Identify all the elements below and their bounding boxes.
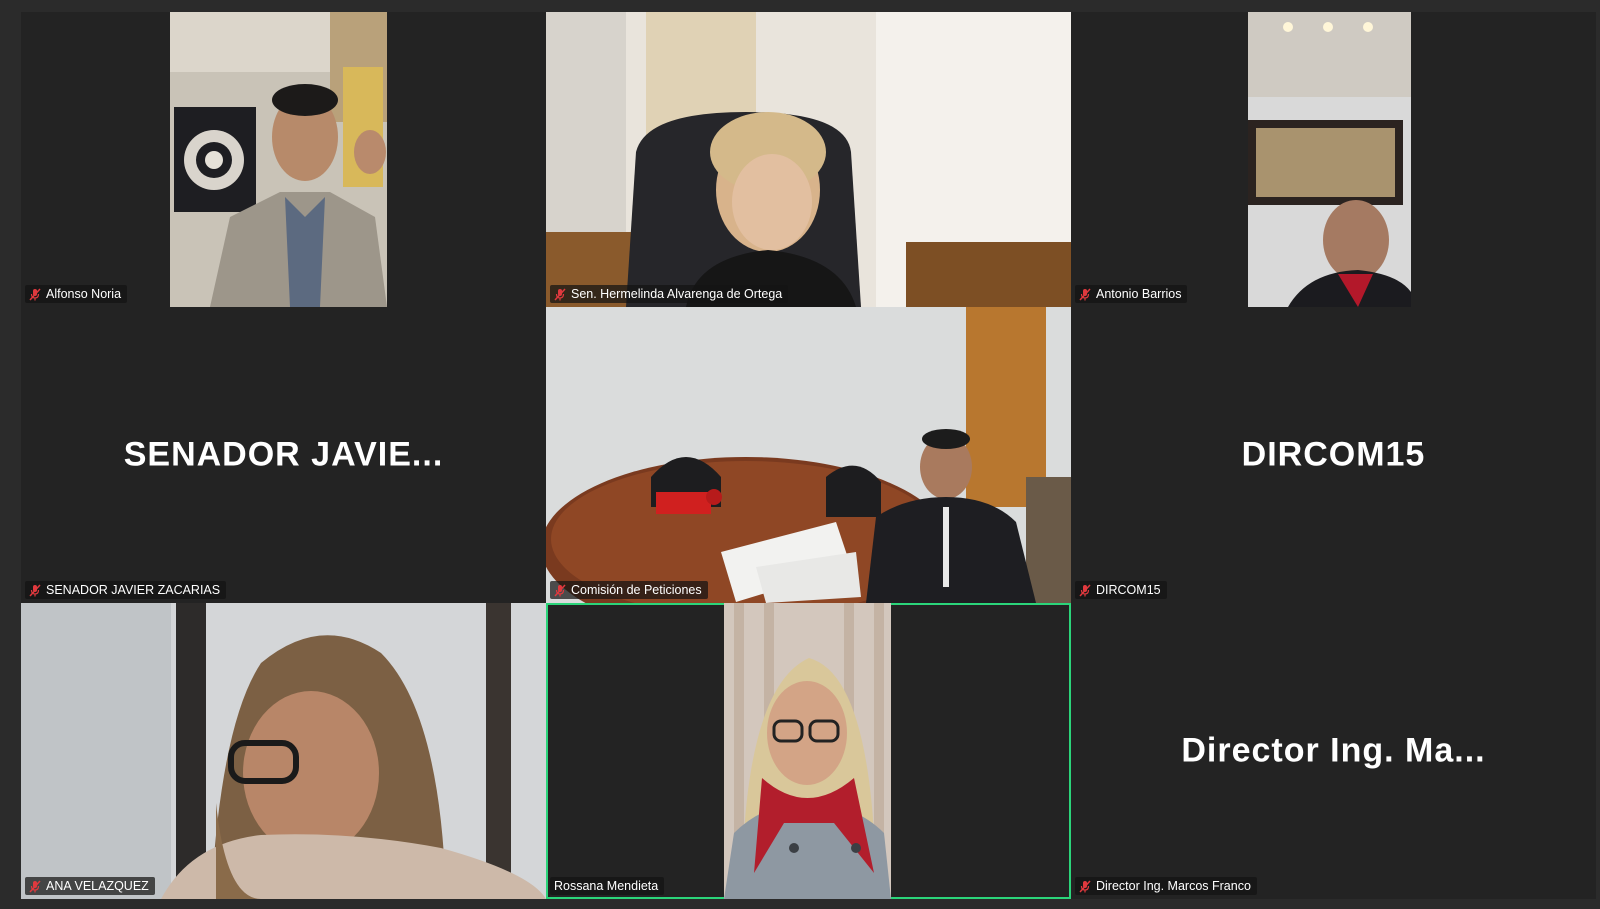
microphone-muted-icon: [1079, 879, 1091, 893]
microphone-muted-icon: [1079, 583, 1091, 597]
participant-name: Antonio Barrios: [1096, 287, 1182, 301]
video-frame-image: [546, 307, 1071, 603]
participant-name-placeholder: DIRCOM15: [1241, 435, 1426, 474]
video-frame-image: [546, 12, 1071, 307]
participant-tile-ana-velazquez[interactable]: ANA VELAZQUEZ: [21, 603, 546, 899]
participant-video: [546, 307, 1071, 603]
microphone-muted-icon: [554, 583, 566, 597]
participant-name-label: DIRCOM15: [1075, 581, 1167, 599]
participant-name: Rossana Mendieta: [554, 879, 659, 893]
participant-name: Alfonso Noria: [46, 287, 122, 301]
participant-name-label: Antonio Barrios: [1075, 285, 1188, 303]
microphone-muted-icon: [29, 583, 41, 597]
microphone-muted-icon: [29, 879, 41, 893]
video-frame-image: [1248, 12, 1411, 307]
participant-name: Director Ing. Marcos Franco: [1096, 879, 1251, 893]
video-frame-image: [21, 603, 546, 899]
participant-name-label: Comisión de Peticiones: [550, 581, 708, 599]
participant-name-label: Rossana Mendieta: [550, 877, 665, 895]
participant-name-label: ANA VELAZQUEZ: [25, 877, 155, 895]
participant-name-label: Alfonso Noria: [25, 285, 128, 303]
left-gutter: [0, 0, 21, 909]
participant-name: Sen. Hermelinda Alvarenga de Ortega: [571, 287, 783, 301]
participant-tile-alfonso-noria[interactable]: Alfonso Noria: [21, 12, 546, 307]
participant-name-placeholder: SENADOR JAVIE...: [123, 435, 444, 474]
meeting-gallery-view: Alfonso Noria Sen. Hermelinda Alvarenga …: [0, 0, 1600, 909]
participant-tile-marcos-franco[interactable]: Director Ing. Ma... Director Ing. Marcos…: [1071, 603, 1596, 899]
participant-name-label: SENADOR JAVIER ZACARIAS: [25, 581, 227, 599]
participant-grid: Alfonso Noria Sen. Hermelinda Alvarenga …: [21, 12, 1600, 900]
microphone-muted-icon: [1079, 287, 1091, 301]
microphone-muted-icon: [29, 287, 41, 301]
participant-video: [21, 603, 546, 899]
participant-tile-dircom15[interactable]: DIRCOM15 DIRCOM15: [1071, 307, 1596, 603]
participant-video: [724, 603, 891, 899]
participant-video: [546, 12, 1071, 307]
participant-name: Comisión de Peticiones: [571, 583, 702, 597]
video-frame-image: [170, 12, 387, 307]
participant-name: SENADOR JAVIER ZACARIAS: [46, 583, 221, 597]
participant-tile-hermelinda-alvarenga[interactable]: Sen. Hermelinda Alvarenga de Ortega: [546, 12, 1071, 307]
participant-name: DIRCOM15: [1096, 583, 1161, 597]
participant-tile-comision-peticiones[interactable]: Comisión de Peticiones: [546, 307, 1071, 603]
participant-name: ANA VELAZQUEZ: [46, 879, 149, 893]
participant-tile-rossana-mendieta[interactable]: Rossana Mendieta: [546, 603, 1071, 899]
participant-tile-antonio-barrios[interactable]: Antonio Barrios: [1071, 12, 1596, 307]
participant-name-placeholder: Director Ing. Ma...: [1181, 731, 1486, 770]
microphone-muted-icon: [554, 287, 566, 301]
participant-video: [1248, 12, 1411, 307]
participant-video: [170, 12, 387, 307]
participant-tile-javier-zacarias[interactable]: SENADOR JAVIE... SENADOR JAVIER ZACARIAS: [21, 307, 546, 603]
participant-name-label: Director Ing. Marcos Franco: [1075, 877, 1257, 895]
participant-name-label: Sen. Hermelinda Alvarenga de Ortega: [550, 285, 789, 303]
video-frame-image: [724, 603, 891, 899]
